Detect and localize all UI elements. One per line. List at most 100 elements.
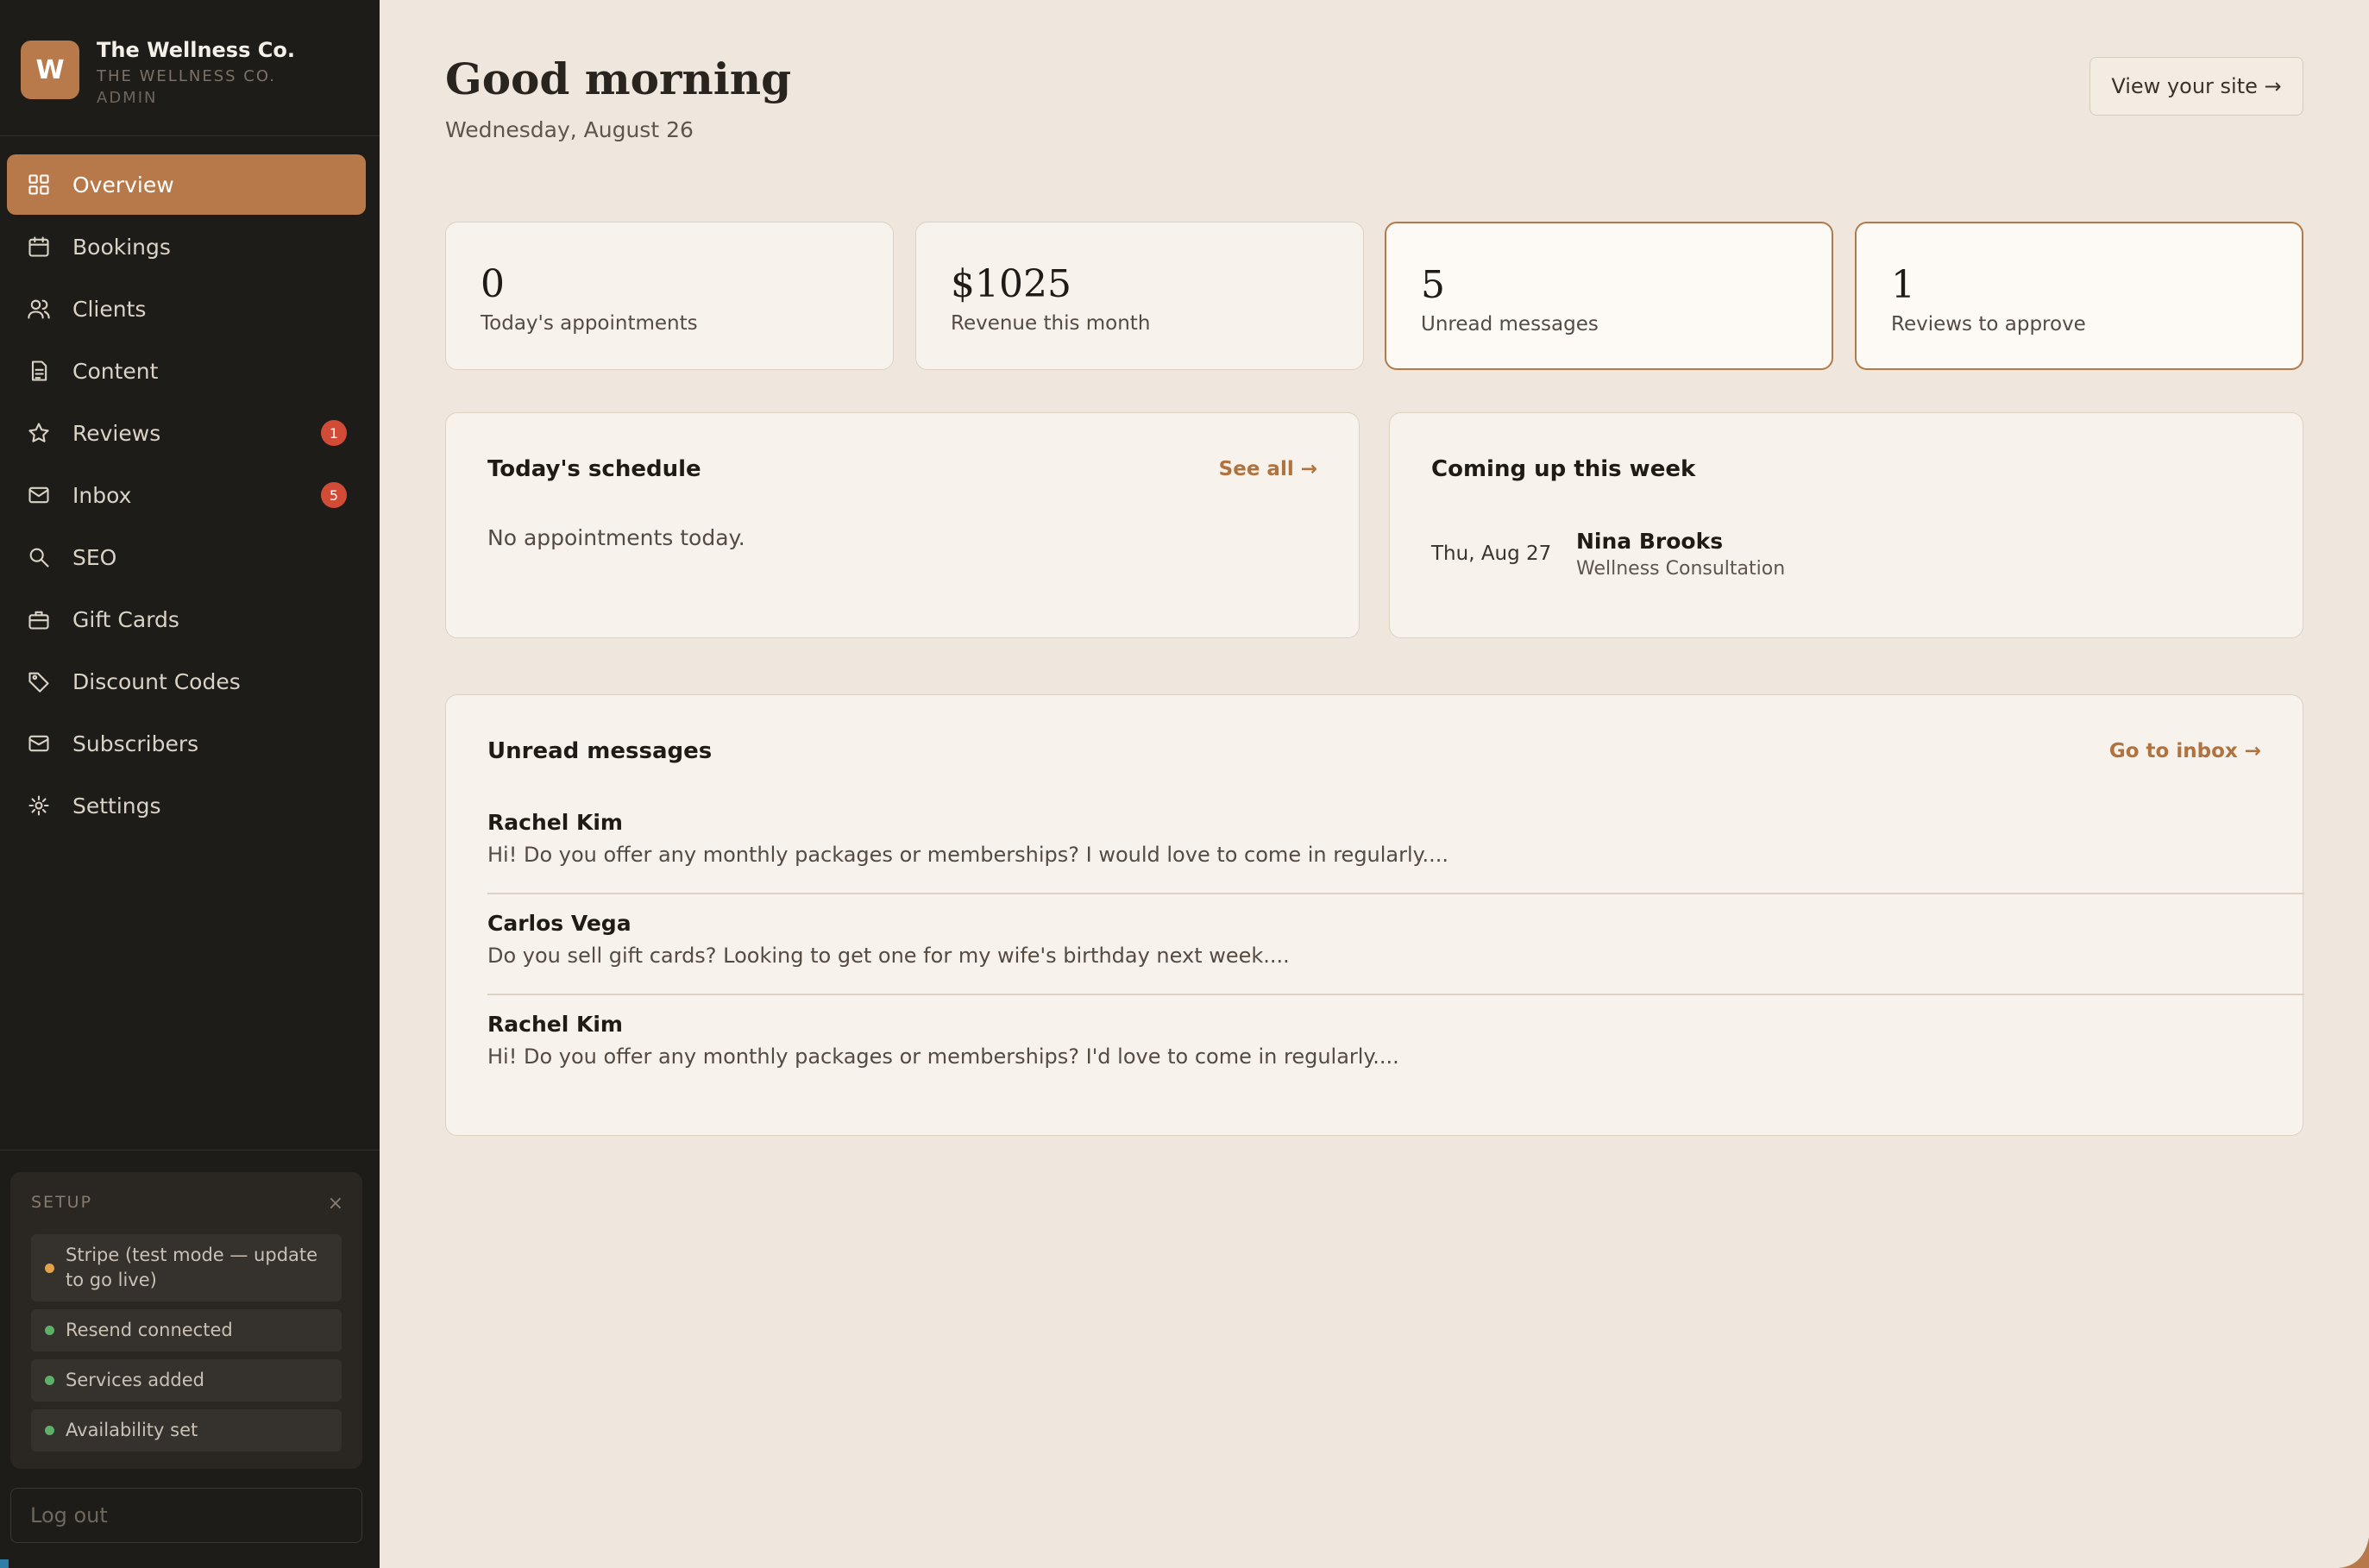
stat-value: 1: [1891, 263, 1915, 307]
sidebar-item-inbox[interactable]: Inbox 5: [7, 465, 366, 525]
card-title: Unread messages: [487, 738, 713, 764]
sidebar-item-label: Bookings: [72, 234, 171, 260]
see-all-link[interactable]: See all →: [1219, 458, 1317, 480]
sidebar-item-bookings[interactable]: Bookings: [7, 216, 366, 277]
setup-item-stripe[interactable]: Stripe (test mode — update to go live): [31, 1234, 342, 1301]
window-corner: [2338, 1537, 2369, 1568]
setup-item-availability[interactable]: Availability set: [31, 1409, 342, 1452]
sidebar-item-discount-codes[interactable]: Discount Codes: [7, 651, 366, 712]
star-icon: [26, 420, 52, 446]
todays-schedule-card: Today's schedule See all → No appointmen…: [445, 412, 1360, 638]
sidebar: W The Wellness Co. THE WELLNESS CO. ADMI…: [0, 0, 380, 1568]
gift-icon: [26, 606, 52, 632]
sidebar-item-label: SEO: [72, 544, 117, 570]
document-icon: [26, 358, 52, 384]
current-date: Wednesday, August 26: [445, 117, 694, 142]
service-name: Wellness Consultation: [1576, 558, 1786, 580]
reviews-count-badge: 1: [321, 420, 347, 446]
sidebar-item-label: Discount Codes: [72, 668, 241, 694]
setup-item-services[interactable]: Services added: [31, 1359, 342, 1402]
sidebar-item-label: Inbox: [72, 482, 132, 508]
setup-title: SETUP: [31, 1193, 93, 1212]
sidebar-item-label: Settings: [72, 793, 161, 818]
stat-unread-messages[interactable]: 5 Unread messages: [1385, 222, 1833, 370]
message-item[interactable]: Rachel Kim Hi! Do you offer any monthly …: [487, 1009, 2304, 1073]
search-icon: [26, 544, 52, 570]
go-to-inbox-link[interactable]: Go to inbox →: [2109, 740, 2261, 762]
stat-value: $1025: [951, 262, 1071, 306]
empty-schedule-text: No appointments today.: [487, 525, 745, 550]
status-dot: [45, 1376, 54, 1385]
stat-label: Reviews to approve: [1891, 313, 2086, 336]
appointment-date: Thu, Aug 27: [1431, 543, 1552, 565]
main-content: Good morning Wednesday, August 26 View y…: [380, 0, 2369, 1568]
view-site-button[interactable]: View your site →: [2089, 57, 2303, 116]
card-title: Today's schedule: [487, 456, 701, 482]
sidebar-item-settings[interactable]: Settings: [7, 775, 366, 836]
setup-divider: [0, 1150, 380, 1151]
stat-value: 0: [481, 262, 505, 306]
status-dot: [45, 1326, 54, 1335]
brand-name: The Wellness Co.: [97, 38, 295, 62]
sidebar-item-label: Clients: [72, 296, 147, 322]
sidebar-item-content[interactable]: Content: [7, 341, 366, 401]
setup-item-text: Services added: [66, 1370, 205, 1390]
sidebar-item-label: Content: [72, 358, 159, 384]
setup-item-text: Stripe (test mode — update to go live): [66, 1245, 318, 1290]
sidebar-item-label: Reviews: [72, 420, 161, 446]
brand-text: The Wellness Co. THE WELLNESS CO. ADMIN: [97, 34, 295, 109]
sidebar-item-subscribers[interactable]: Subscribers: [7, 713, 366, 774]
message-sender: Rachel Kim: [487, 810, 623, 835]
stat-value: 5: [1421, 263, 1445, 307]
sidebar-item-overview[interactable]: Overview: [7, 154, 366, 215]
stat-label: Today's appointments: [481, 312, 698, 335]
brand-role: ADMIN: [97, 89, 158, 107]
page-title: Good morning: [445, 53, 792, 104]
calendar-icon: [26, 234, 52, 260]
brand-subtitle: THE WELLNESS CO.: [97, 67, 276, 85]
setup-panel: SETUP × Stripe (test mode — update to go…: [10, 1172, 362, 1469]
stat-label: Revenue this month: [951, 312, 1151, 335]
message-divider: [487, 893, 2304, 894]
message-preview: Hi! Do you offer any monthly packages or…: [487, 843, 1448, 867]
logout-button[interactable]: Log out: [10, 1488, 362, 1543]
message-divider: [487, 994, 2304, 995]
sidebar-item-label: Subscribers: [72, 731, 199, 756]
setup-item-resend[interactable]: Resend connected: [31, 1309, 342, 1352]
inbox-count-badge: 5: [321, 482, 347, 508]
upcoming-week-card: Coming up this week Thu, Aug 27 Nina Bro…: [1389, 412, 2303, 638]
message-sender: Carlos Vega: [487, 911, 632, 936]
status-dot: [45, 1426, 54, 1435]
message-item[interactable]: Rachel Kim Hi! Do you offer any monthly …: [487, 807, 2304, 871]
window-corner-left: [0, 1559, 9, 1568]
sidebar-item-label: Gift Cards: [72, 606, 179, 632]
client-name: Nina Brooks: [1576, 529, 1724, 554]
brand-logo: W: [21, 41, 79, 99]
gear-icon: [26, 793, 52, 818]
sidebar-item-seo[interactable]: SEO: [7, 527, 366, 587]
status-dot: [45, 1264, 54, 1273]
stat-reviews-to-approve[interactable]: 1 Reviews to approve: [1855, 222, 2303, 370]
grid-icon: [26, 172, 52, 198]
envelope-icon: [26, 731, 52, 756]
sidebar-item-gift-cards[interactable]: Gift Cards: [7, 589, 366, 649]
mail-icon: [26, 482, 52, 508]
brand-divider: [0, 135, 380, 136]
message-preview: Hi! Do you offer any monthly packages or…: [487, 1044, 1399, 1069]
message-sender: Rachel Kim: [487, 1012, 623, 1037]
stat-todays-appointments[interactable]: 0 Today's appointments: [445, 222, 894, 370]
stat-revenue[interactable]: $1025 Revenue this month: [915, 222, 1364, 370]
setup-item-text: Resend connected: [66, 1320, 233, 1340]
users-icon: [26, 296, 52, 322]
sidebar-item-reviews[interactable]: Reviews 1: [7, 403, 366, 463]
stat-label: Unread messages: [1421, 313, 1599, 336]
close-icon[interactable]: ×: [328, 1193, 343, 1214]
setup-item-text: Availability set: [66, 1420, 198, 1440]
message-preview: Do you sell gift cards? Looking to get o…: [487, 944, 1290, 968]
sidebar-item-label: Overview: [72, 172, 174, 198]
card-title: Coming up this week: [1431, 456, 1696, 482]
unread-messages-card: Unread messages Go to inbox → Rachel Kim…: [445, 694, 2304, 1136]
message-item[interactable]: Carlos Vega Do you sell gift cards? Look…: [487, 908, 2304, 972]
tag-icon: [26, 668, 52, 694]
sidebar-item-clients[interactable]: Clients: [7, 279, 366, 339]
